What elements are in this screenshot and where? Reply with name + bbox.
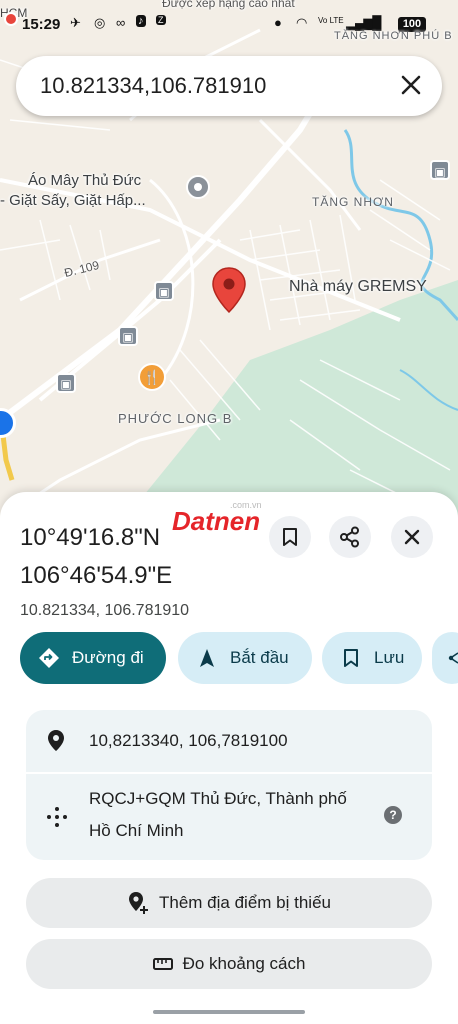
location-pin-icon[interactable] [211, 266, 247, 316]
share-icon [448, 652, 458, 664]
navigation-icon: ✈ [70, 15, 81, 30]
place-marker-shop[interactable] [186, 175, 210, 199]
close-icon [404, 529, 420, 545]
map-label-tang-nhon-phu-top: TĂNG NHƠN PHÚ B [334, 30, 453, 42]
map-label-district: PHƯỚC LONG B [118, 411, 233, 426]
save-label: Lưu [374, 648, 405, 667]
measure-distance-button[interactable]: Đo khoảng cách [26, 939, 432, 989]
share-button[interactable] [329, 516, 371, 558]
search-bar[interactable]: 10.821334,106.781910 [16, 56, 442, 116]
map-label-shop-line1[interactable]: Áo Mây Thủ Đức [28, 172, 141, 189]
add-missing-place-button[interactable]: Thêm địa điểm bị thiếu [26, 878, 432, 928]
location-icon: ● [274, 15, 282, 30]
close-sheet-button[interactable] [391, 516, 433, 558]
start-label: Bắt đầu [230, 648, 289, 667]
measure-distance-label: Đo khoảng cách [182, 954, 306, 973]
directions-icon [39, 648, 59, 668]
place-bottom-sheet[interactable]: .com.vn Datnen 10°49'16.8"N 106°46'54.9"… [0, 492, 458, 1024]
plus-code-row[interactable]: RQCJ+GQM Thủ Đức, Thành phố Hồ Chí Minh … [26, 774, 432, 860]
start-button[interactable]: Bắt đầu [178, 632, 312, 684]
share-chip-button[interactable] [432, 632, 458, 684]
directions-label: Đường đi [72, 648, 144, 667]
share-icon [340, 526, 359, 548]
volte-label: Vo LTE [318, 16, 344, 25]
signal-icon: ▂▄▆█ [346, 15, 381, 30]
map-marker-partial[interactable] [4, 12, 18, 26]
bus-stop-icon[interactable]: ▣ [154, 281, 174, 301]
map-label-shop-line2[interactable]: - Giặt Sấy, Giặt Hấp... [0, 192, 146, 209]
save-button[interactable]: Lưu [322, 632, 422, 684]
location-pin-icon [48, 730, 64, 751]
watermark-logo: .com.vn Datnen [172, 498, 286, 536]
coordinate-latitude-dms: 10°49'16.8"N [20, 524, 161, 551]
map-label-tang-nhon: TĂNG NHƠN [312, 195, 394, 209]
map-view[interactable]: 15:29 ✈ ◎ ∞ ♪ Z ● ◠ Vo LTE ▂▄▆█ 100 Được… [0, 0, 458, 560]
coordinate-longitude-dms: 106°46'54.9"E [20, 562, 173, 589]
plus-code-line1: RQCJ+GQM Thủ Đức, Thành phố [89, 789, 347, 808]
zalo-icon: Z [156, 15, 166, 25]
add-missing-place-label: Thêm địa điểm bị thiếu [159, 893, 331, 912]
ruler-icon [152, 958, 173, 970]
status-time: 15:29 [22, 16, 61, 33]
bookmark-icon [283, 528, 297, 546]
steering-wheel-icon: ◎ [94, 15, 106, 30]
home-indicator[interactable] [153, 1010, 305, 1014]
top-banner-text: Được xếp hạng cao nhất [162, 0, 295, 10]
bus-stop-icon[interactable]: ▣ [56, 373, 76, 393]
coordinates-text: 10,8213340, 106,7819100 [89, 731, 288, 750]
restaurant-icon[interactable]: 🍴 [138, 363, 166, 391]
link-icon: ∞ [116, 15, 126, 30]
add-location-icon [129, 892, 148, 914]
plus-code-icon [47, 807, 67, 827]
coordinate-decimal: 10.821334, 106.781910 [20, 602, 190, 619]
close-icon[interactable] [398, 72, 424, 98]
place-details-card: 10,8213340, 106,7819100 RQCJ+GQM Thủ Đức… [26, 710, 432, 860]
bus-stop-icon[interactable]: ▣ [118, 326, 138, 346]
plus-code-line2: Hồ Chí Minh [89, 821, 184, 840]
coordinates-row[interactable]: 10,8213340, 106,7819100 [26, 710, 432, 772]
navigation-arrow-icon [200, 649, 214, 667]
directions-button[interactable]: Đường đi [20, 632, 166, 684]
map-label-factory[interactable]: Nhà máy GREMSY [289, 278, 427, 296]
watermark-brand: Datnen [172, 506, 261, 536]
help-icon[interactable]: ? [384, 806, 402, 824]
tiktok-icon: ♪ [136, 15, 146, 27]
search-query[interactable]: 10.821334,106.781910 [40, 73, 266, 99]
bookmark-icon [344, 649, 358, 667]
bookmark-button[interactable] [269, 516, 311, 558]
wifi-icon: ◠ [296, 15, 308, 30]
place-marker-dot [194, 183, 202, 191]
bus-stop-icon[interactable]: ▣ [430, 160, 450, 180]
